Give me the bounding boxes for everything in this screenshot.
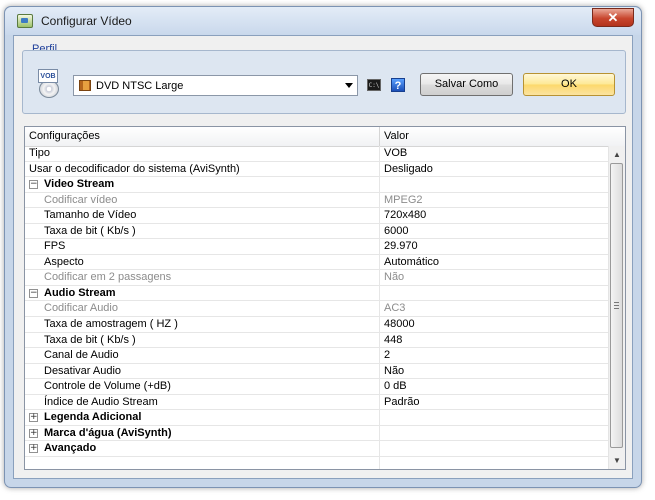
property-value[interactable]: 448 — [384, 333, 402, 348]
property-value[interactable]: VOB — [384, 146, 407, 161]
property-row[interactable]: Codificar em 2 passagens Não — [25, 270, 608, 286]
category-label: Marca d'água (AviSynth) — [25, 425, 380, 441]
profile-select-value: DVD NTSC Large — [96, 80, 184, 92]
category-row[interactable]: − Audio Stream — [25, 285, 608, 302]
vob-disc-icon: VOB — [35, 69, 61, 99]
property-name: Desativar Audio — [25, 363, 380, 379]
window-title: Configurar Vídeo — [41, 14, 132, 28]
property-value[interactable]: 48000 — [384, 317, 415, 332]
property-name: Codificar Audio — [25, 301, 380, 317]
category-label: Audio Stream — [25, 285, 380, 301]
category-label: Legenda Adicional — [25, 410, 380, 426]
chevron-down-icon[interactable] — [345, 83, 353, 88]
property-name: FPS — [25, 239, 380, 255]
property-value[interactable]: 0 dB — [384, 379, 407, 394]
property-name: Aspecto — [25, 254, 380, 270]
save-as-button[interactable]: Salvar Como — [420, 73, 513, 96]
title-bar[interactable]: Configurar Vídeo ✕ — [5, 7, 641, 35]
film-icon — [79, 80, 91, 91]
property-row[interactable]: Controle de Volume (+dB) 0 dB — [25, 379, 608, 395]
property-name — [25, 456, 380, 469]
property-row[interactable]: Aspecto Automático — [25, 254, 608, 271]
property-row[interactable]: Tamanho de Vídeo 720x480 — [25, 208, 608, 224]
property-row[interactable]: Usar o decodificador do sistema (AviSynt… — [25, 161, 608, 178]
property-value[interactable]: Padrão — [384, 395, 419, 410]
property-row[interactable]: Codificar Audio AC3 — [25, 301, 608, 318]
property-value[interactable]: Automático — [384, 255, 439, 270]
category-row[interactable]: + Avançado — [25, 441, 608, 457]
property-name: Tamanho de Vídeo — [25, 208, 380, 224]
property-name: Índice de Audio Stream — [25, 394, 380, 410]
property-value: Não — [384, 271, 405, 284]
property-value[interactable]: 29.970 — [384, 239, 418, 254]
column-header-value[interactable]: Valor — [380, 127, 625, 146]
dialog-window: Configurar Vídeo ✕ Perfil VOB DVD NTSC L… — [4, 6, 642, 488]
property-name: Taxa de bit ( Kb/s ) — [25, 332, 380, 348]
property-name: Codificar vídeo — [25, 192, 380, 208]
profile-group: VOB DVD NTSC Large C:\ ? Salvar Como OK — [22, 50, 626, 114]
scrollbar-thumb[interactable] — [610, 163, 623, 448]
property-value[interactable]: Não — [384, 364, 404, 379]
property-row[interactable]: Codificar vídeo MPEG2 — [25, 192, 608, 209]
category-row[interactable]: + Legenda Adicional — [25, 410, 608, 426]
property-grid: Configurações Valor Tipo VOB Usar o decodi… — [24, 126, 626, 470]
column-header-settings[interactable]: Configurações — [25, 127, 380, 146]
property-value: AC3 — [384, 302, 406, 315]
property-name: Tipo — [25, 146, 380, 161]
app-icon — [17, 14, 33, 28]
command-line-icon[interactable]: C:\ — [367, 79, 381, 91]
property-value[interactable]: 6000 — [384, 224, 408, 239]
scroll-down-icon[interactable]: ▼ — [609, 452, 625, 469]
help-icon[interactable]: ? — [391, 78, 405, 92]
property-name: Usar o decodificador do sistema (AviSynt… — [25, 161, 380, 177]
category-label: Video Stream — [25, 177, 380, 193]
close-button[interactable]: ✕ — [592, 8, 634, 27]
property-row[interactable]: Desativar Audio Não — [25, 363, 608, 380]
ok-button[interactable]: OK — [523, 73, 615, 96]
property-row[interactable]: Tipo VOB — [25, 146, 608, 162]
property-name: Controle de Volume (+dB) — [25, 379, 380, 395]
grid-rows: Tipo VOB Usar o decodificador do sistema (… — [25, 146, 608, 469]
profile-select[interactable]: DVD NTSC Large — [73, 75, 358, 96]
grid-header: Configurações Valor — [25, 127, 625, 147]
property-row[interactable]: Taxa de bit ( Kb/s ) 448 — [25, 332, 608, 349]
scroll-up-icon[interactable]: ▲ — [609, 146, 625, 163]
property-name: Taxa de bit ( Kb/s ) — [25, 223, 380, 239]
property-row[interactable]: Taxa de bit ( Kb/s ) 6000 — [25, 223, 608, 240]
property-value[interactable]: Desligado — [384, 162, 433, 177]
property-name: Canal de Audio — [25, 348, 380, 364]
property-row[interactable]: Canal de Audio 2 — [25, 348, 608, 364]
property-name: Codificar em 2 passagens — [25, 270, 380, 286]
vertical-scrollbar[interactable]: ▲ ▼ — [608, 146, 625, 469]
category-row[interactable]: + Marca d'água (AviSynth) — [25, 425, 608, 442]
property-value[interactable]: 720x480 — [384, 208, 426, 223]
category-label: Avançado — [25, 441, 380, 457]
property-row[interactable]: FPS 29.970 — [25, 239, 608, 255]
property-row[interactable] — [25, 456, 608, 469]
property-value: MPEG2 — [384, 193, 423, 206]
property-row[interactable]: Índice de Audio Stream Padrão — [25, 394, 608, 411]
property-name: Taxa de amostragem ( HZ ) — [25, 317, 380, 333]
dialog-client-area: Perfil VOB DVD NTSC Large C:\ ? Salvar C… — [13, 35, 633, 479]
property-value[interactable]: 2 — [384, 348, 390, 363]
property-row[interactable]: Taxa de amostragem ( HZ ) 48000 — [25, 317, 608, 333]
category-row[interactable]: − Video Stream — [25, 177, 608, 193]
